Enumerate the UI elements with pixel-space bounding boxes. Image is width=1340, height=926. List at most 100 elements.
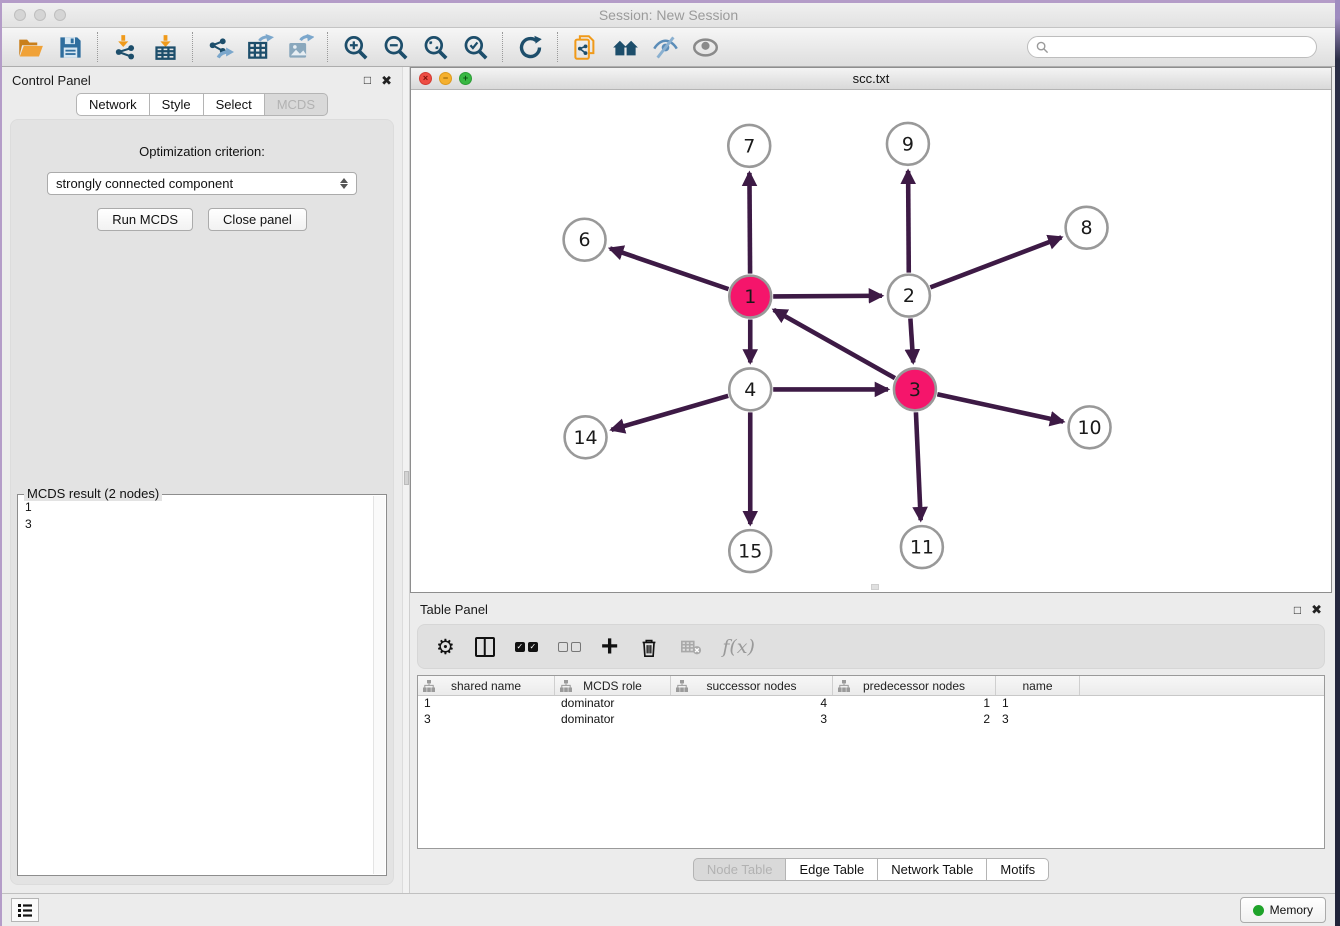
select-all-columns-icon[interactable]: ✓✓: [515, 632, 538, 662]
export-table-icon[interactable]: [240, 31, 280, 63]
column-header-predecessor-nodes[interactable]: predecessor nodes: [833, 676, 996, 695]
graph-node-10[interactable]: 10: [1069, 406, 1111, 448]
cell-shared-name[interactable]: 1: [418, 696, 555, 712]
refresh-view-icon[interactable]: [510, 31, 550, 63]
search-input[interactable]: [1054, 40, 1308, 54]
graph-node-4[interactable]: 4: [729, 368, 771, 410]
hide-selected-icon[interactable]: [645, 31, 685, 63]
cell-name[interactable]: 1: [996, 696, 1080, 712]
cell-successor-nodes[interactable]: 4: [671, 696, 833, 712]
graph-node-1[interactable]: 1: [729, 276, 771, 318]
column-header-mcds-role[interactable]: MCDS role: [555, 676, 671, 695]
float-table-panel-icon[interactable]: □: [1294, 604, 1301, 616]
column-type-icon: [676, 680, 688, 692]
optimization-criterion-label: Optimization criterion:: [11, 144, 393, 159]
cell-mcds-role[interactable]: dominator: [555, 712, 671, 728]
network-window-title: scc.txt: [411, 71, 1331, 86]
global-search[interactable]: [1027, 36, 1317, 58]
criterion-dropdown[interactable]: strongly connected component: [47, 172, 357, 195]
export-image-icon[interactable]: [280, 31, 320, 63]
task-history-button[interactable]: [11, 898, 39, 922]
graph-edge-3-10[interactable]: [937, 394, 1063, 421]
zoom-in-icon[interactable]: [335, 31, 375, 63]
dropdown-stepper-icon: [340, 178, 348, 189]
delete-column-icon[interactable]: [638, 632, 660, 662]
graph-edge-4-14[interactable]: [611, 396, 728, 430]
canvas-grip[interactable]: [871, 584, 879, 590]
deselect-all-columns-icon[interactable]: [558, 632, 581, 662]
close-panel-icon[interactable]: ✖: [381, 74, 392, 87]
graph-node-6[interactable]: 6: [564, 219, 606, 261]
copy-network-icon[interactable]: [565, 31, 605, 63]
svg-text:11: 11: [910, 537, 934, 559]
svg-text:2: 2: [903, 285, 915, 307]
column-type-icon: [838, 680, 850, 692]
close-table-panel-icon[interactable]: ✖: [1311, 603, 1322, 616]
cell-successor-nodes[interactable]: 3: [671, 712, 833, 728]
graph-node-8[interactable]: 8: [1066, 207, 1108, 249]
svg-text:4: 4: [744, 379, 756, 401]
cell-shared-name[interactable]: 3: [418, 712, 555, 728]
float-panel-icon[interactable]: □: [364, 74, 371, 86]
graph-edge-1-6[interactable]: [610, 248, 728, 289]
node-table[interactable]: shared name MCDS role successor nodes pr…: [417, 675, 1325, 849]
column-header-shared-name[interactable]: shared name: [418, 676, 555, 695]
run-mcds-button[interactable]: Run MCDS: [97, 208, 193, 231]
graph-edge-1-2[interactable]: [773, 296, 882, 297]
cell-predecessor-nodes[interactable]: 1: [833, 696, 996, 712]
show-all-icon[interactable]: [685, 31, 725, 63]
graph-edge-1-7[interactable]: [749, 173, 750, 274]
column-type-icon: [423, 680, 435, 692]
toggle-panes-icon[interactable]: [475, 632, 495, 662]
column-header-name[interactable]: name: [996, 676, 1080, 695]
graph-node-3[interactable]: 3: [894, 368, 936, 410]
zoom-fit-icon[interactable]: [415, 31, 455, 63]
mcds-result-text[interactable]: 1 3: [19, 496, 373, 874]
table-settings-icon[interactable]: ⚙: [436, 632, 455, 662]
cell-predecessor-nodes[interactable]: 2: [833, 712, 996, 728]
table-row[interactable]: 1 dominator 4 1 1: [418, 696, 1324, 712]
graph-node-7[interactable]: 7: [728, 125, 770, 167]
column-header-successor-nodes[interactable]: successor nodes: [671, 676, 833, 695]
graph-edge-2-9[interactable]: [908, 171, 909, 273]
tab-network-table[interactable]: Network Table: [878, 858, 987, 881]
cell-name[interactable]: 3: [996, 712, 1080, 728]
graph-edge-3-1[interactable]: [774, 310, 895, 378]
tab-mcds[interactable]: MCDS: [265, 93, 328, 116]
tab-network[interactable]: Network: [76, 93, 150, 116]
graph-node-15[interactable]: 15: [729, 530, 771, 572]
graph-node-14[interactable]: 14: [565, 416, 607, 458]
zoom-out-icon[interactable]: [375, 31, 415, 63]
result-scrollbar[interactable]: [373, 496, 385, 874]
tab-edge-table[interactable]: Edge Table: [786, 858, 878, 881]
import-table-icon[interactable]: [145, 31, 185, 63]
graph-node-2[interactable]: 2: [888, 275, 930, 317]
network-canvas[interactable]: 7 9 6 8 1 2 4 3 14 10 15 11: [411, 90, 1331, 592]
zoom-selected-icon[interactable]: [455, 31, 495, 63]
splitter-grip[interactable]: [404, 471, 409, 485]
tab-motifs[interactable]: Motifs: [987, 858, 1049, 881]
graph-node-9[interactable]: 9: [887, 123, 929, 165]
tab-select[interactable]: Select: [204, 93, 265, 116]
network-graph: 7 9 6 8 1 2 4 3 14 10 15 11: [411, 90, 1331, 592]
memory-button[interactable]: Memory: [1240, 897, 1326, 923]
save-session-icon[interactable]: [50, 31, 90, 63]
add-column-icon[interactable]: +: [601, 632, 619, 662]
table-row[interactable]: 3 dominator 3 2 3: [418, 712, 1324, 728]
svg-text:8: 8: [1081, 217, 1093, 239]
close-panel-button[interactable]: Close panel: [208, 208, 307, 231]
export-network-icon[interactable]: [200, 31, 240, 63]
first-neighbors-icon[interactable]: [605, 31, 645, 63]
tab-style[interactable]: Style: [150, 93, 204, 116]
graph-node-11[interactable]: 11: [901, 526, 943, 568]
graph-edge-2-3[interactable]: [910, 318, 913, 362]
import-network-icon[interactable]: [105, 31, 145, 63]
vertical-splitter[interactable]: [402, 67, 410, 893]
open-session-icon[interactable]: [10, 31, 50, 63]
delete-table-icon: [680, 632, 702, 662]
tab-node-table[interactable]: Node Table: [693, 858, 787, 881]
network-window-titlebar[interactable]: × − + scc.txt: [411, 68, 1331, 90]
cell-mcds-role[interactable]: dominator: [555, 696, 671, 712]
graph-edge-3-11[interactable]: [916, 412, 921, 520]
graph-edge-2-8[interactable]: [930, 237, 1061, 287]
